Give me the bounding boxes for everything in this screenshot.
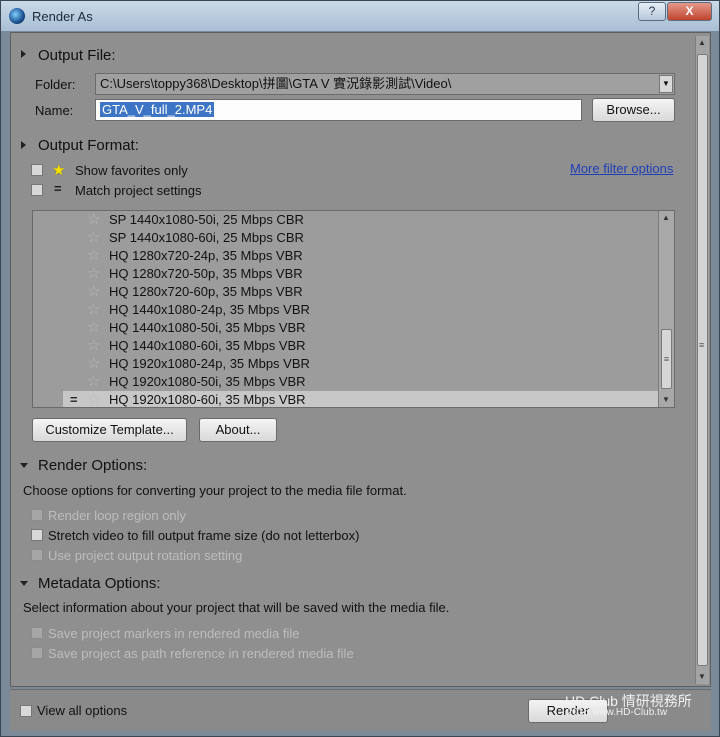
favorite-star-icon[interactable]: ☆ [87, 356, 103, 372]
stretch-video-label: Stretch video to fill output frame size … [48, 528, 360, 543]
favorite-star-icon[interactable]: ☆ [87, 284, 103, 300]
template-list-item[interactable]: ☆ SP 1440x1080-50i, 25 Mbps CBR [33, 211, 660, 229]
render-options-description: Choose options for converting your proje… [23, 483, 407, 498]
rotation-label: Use project output rotation setting [48, 548, 243, 563]
folder-dropdown[interactable]: C:\Users\toppy368\Desktop\拼圖\GTA V 實況錄影測… [95, 73, 675, 95]
favorite-star-icon[interactable]: ☆ [87, 374, 103, 390]
about-button[interactable]: About... [199, 418, 277, 442]
favorite-star-icon[interactable]: ☆ [87, 230, 103, 246]
metadata-options-collapse-icon[interactable] [20, 581, 28, 586]
name-value: GTA_V_full_2.MP4 [100, 102, 215, 117]
template-label: HQ 1920x1080-24p, 35 Mbps VBR [109, 356, 310, 371]
template-list-scrollbar[interactable]: ▲ ≡ ▼ [658, 211, 674, 407]
output-file-header: Output File: [38, 47, 116, 64]
template-list-item[interactable]: ☆ HQ 1280x720-60p, 35 Mbps VBR [33, 283, 660, 301]
template-list-item[interactable]: ☆ HQ 1280x720-24p, 35 Mbps VBR [33, 247, 660, 265]
watermark-line2: 2015 www.HD-Club.tw [567, 707, 668, 718]
customize-template-button[interactable]: Customize Template... [32, 418, 187, 442]
dialog-scroll-up-icon[interactable]: ▲ [698, 38, 706, 47]
render-options-collapse-icon[interactable] [20, 463, 28, 468]
scroll-up-icon[interactable]: ▲ [662, 213, 670, 222]
template-list-item[interactable]: ☆ HQ 1440x1080-50i, 35 Mbps VBR [33, 319, 660, 337]
name-label: Name: [35, 103, 74, 118]
template-label: HQ 1280x720-24p, 35 Mbps VBR [109, 248, 303, 263]
markers-label: Save project markers in rendered media f… [48, 626, 300, 641]
title-bar: Render As ? X [1, 1, 719, 31]
template-label: HQ 1280x720-50p, 35 Mbps VBR [109, 266, 303, 281]
path-reference-label: Save project as path reference in render… [48, 646, 354, 661]
browse-button[interactable]: Browse... [592, 98, 675, 122]
folder-value: C:\Users\toppy368\Desktop\拼圖\GTA V 實況錄影測… [100, 76, 452, 91]
loop-region-checkbox[interactable] [31, 509, 43, 521]
name-field[interactable]: GTA_V_full_2.MP4 [95, 99, 582, 121]
favorite-star-icon[interactable]: ☆ [87, 212, 103, 228]
more-filter-options-link[interactable]: More filter options [570, 161, 673, 176]
output-file-collapse-icon[interactable] [21, 50, 26, 58]
scroll-thumb[interactable]: ≡ [661, 329, 672, 389]
favorites-label: Show favorites only [75, 163, 188, 178]
star-icon: ★ [52, 162, 66, 179]
favorite-star-icon[interactable]: ☆ [87, 392, 103, 408]
loop-region-label: Render loop region only [48, 508, 187, 523]
help-button[interactable]: ? [638, 2, 666, 21]
render-options-header: Render Options: [38, 457, 148, 474]
template-list-item[interactable]: ☆ HQ 1440x1080-24p, 35 Mbps VBR [33, 301, 660, 319]
template-list-item[interactable]: ☆ HQ 1440x1080-60i, 35 Mbps VBR [33, 337, 660, 355]
rotation-checkbox[interactable] [31, 549, 43, 561]
folder-label: Folder: [35, 77, 76, 92]
template-label: SP 1440x1080-50i, 25 Mbps CBR [109, 212, 304, 227]
favorite-star-icon[interactable]: ☆ [87, 320, 103, 336]
favorites-checkbox[interactable] [31, 164, 43, 176]
dialog-scrollbar[interactable]: ▲ ≡ ▼ [695, 36, 709, 684]
template-label: HQ 1440x1080-50i, 35 Mbps VBR [109, 320, 306, 335]
template-label: HQ 1920x1080-60i, 35 Mbps VBR [109, 392, 306, 407]
template-label: HQ 1440x1080-24p, 35 Mbps VBR [109, 302, 310, 317]
scroll-down-icon[interactable]: ▼ [662, 395, 670, 404]
view-all-options-checkbox[interactable] [20, 705, 32, 717]
output-format-collapse-icon[interactable] [21, 141, 26, 149]
chevron-down-icon[interactable]: ▼ [659, 75, 673, 93]
template-label: HQ 1440x1080-60i, 35 Mbps VBR [109, 338, 306, 353]
equals-icon: = [54, 181, 62, 196]
template-label: HQ 1920x1080-50i, 35 Mbps VBR [109, 374, 306, 389]
match-settings-checkbox[interactable] [31, 184, 43, 196]
app-icon [9, 8, 25, 24]
template-list-item[interactable]: ☆ SP 1440x1080-60i, 25 Mbps CBR [33, 229, 660, 247]
favorite-star-icon[interactable]: ☆ [87, 248, 103, 264]
output-format-header: Output Format: [38, 137, 139, 154]
window-title: Render As [32, 9, 93, 24]
dialog-scroll-thumb[interactable]: ≡ [697, 54, 708, 666]
options-panel: Output File: Folder: C:\Users\toppy368\D… [10, 32, 711, 687]
equals-icon: = [70, 392, 78, 407]
close-button[interactable]: X [667, 2, 712, 21]
metadata-options-description: Select information about your project th… [23, 600, 450, 615]
view-all-options-label: View all options [37, 703, 128, 718]
template-list[interactable]: ☆ SP 1440x1080-50i, 25 Mbps CBR ☆ SP 1440x1… [32, 210, 675, 408]
markers-checkbox[interactable] [31, 627, 43, 639]
template-list-item[interactable]: = ☆ HQ 1920x1080-60i, 35 Mbps VBR [63, 391, 660, 408]
dialog-scroll-down-icon[interactable]: ▼ [698, 672, 706, 681]
match-settings-label: Match project settings [75, 183, 202, 198]
template-list-item[interactable]: ☆ HQ 1920x1080-24p, 35 Mbps VBR [33, 355, 660, 373]
favorite-star-icon[interactable]: ☆ [87, 302, 103, 318]
template-label: SP 1440x1080-60i, 25 Mbps CBR [109, 230, 304, 245]
template-label: HQ 1280x720-60p, 35 Mbps VBR [109, 284, 303, 299]
favorite-star-icon[interactable]: ☆ [87, 338, 103, 354]
template-list-item[interactable]: ☆ HQ 1280x720-50p, 35 Mbps VBR [33, 265, 660, 283]
metadata-options-header: Metadata Options: [38, 575, 161, 592]
render-as-dialog: Render As ? X Output File: Folder: C:\Us… [0, 0, 720, 737]
path-reference-checkbox[interactable] [31, 647, 43, 659]
stretch-video-checkbox[interactable] [31, 529, 43, 541]
favorite-star-icon[interactable]: ☆ [87, 266, 103, 282]
template-list-item[interactable]: ☆ HQ 1920x1080-50i, 35 Mbps VBR [33, 373, 660, 391]
